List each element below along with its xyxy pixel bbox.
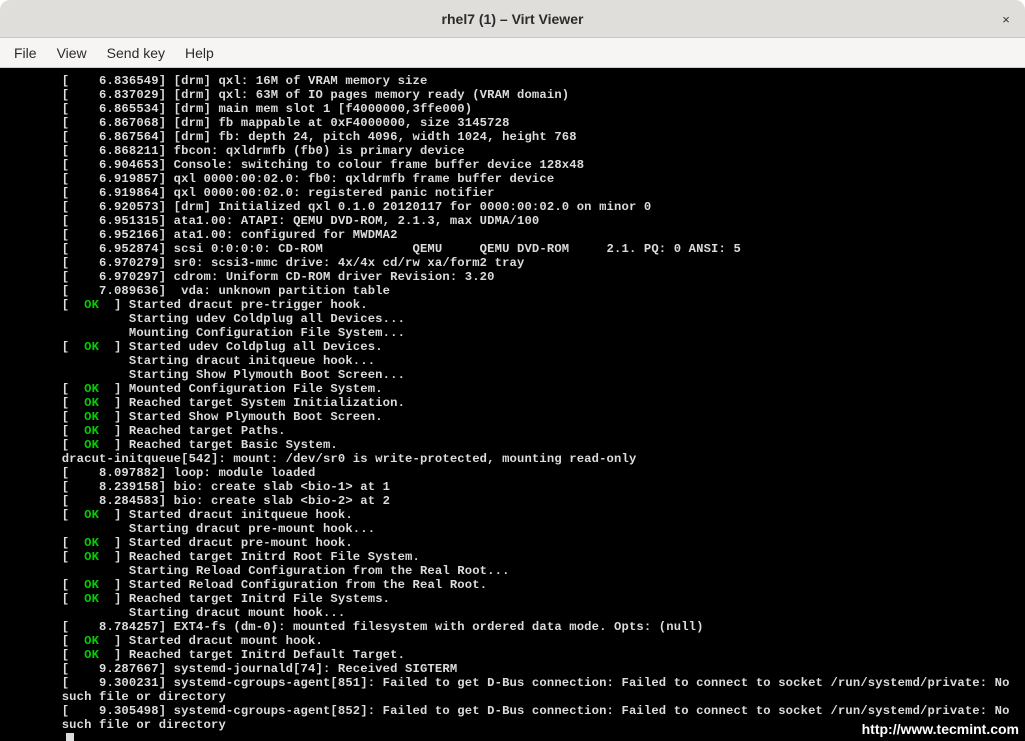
menu-view[interactable]: View <box>47 41 97 65</box>
menu-help[interactable]: Help <box>175 41 224 65</box>
menubar: File View Send key Help <box>0 38 1025 68</box>
close-icon: × <box>1002 12 1010 27</box>
window-close-button[interactable]: × <box>993 6 1019 32</box>
window-titlebar: rhel7 (1) – Virt Viewer × <box>0 0 1025 38</box>
console-output: [ 6.836549] [drm] qxl: 16M of VRAM memor… <box>2 74 1025 741</box>
menu-file[interactable]: File <box>4 41 47 65</box>
window-title: rhel7 (1) – Virt Viewer <box>442 11 584 27</box>
watermark-text: http://www.tecmint.com <box>862 721 1019 737</box>
menu-sendkey[interactable]: Send key <box>97 41 175 65</box>
text-cursor <box>66 733 74 741</box>
vm-console[interactable]: [ 6.836549] [drm] qxl: 16M of VRAM memor… <box>0 68 1025 741</box>
